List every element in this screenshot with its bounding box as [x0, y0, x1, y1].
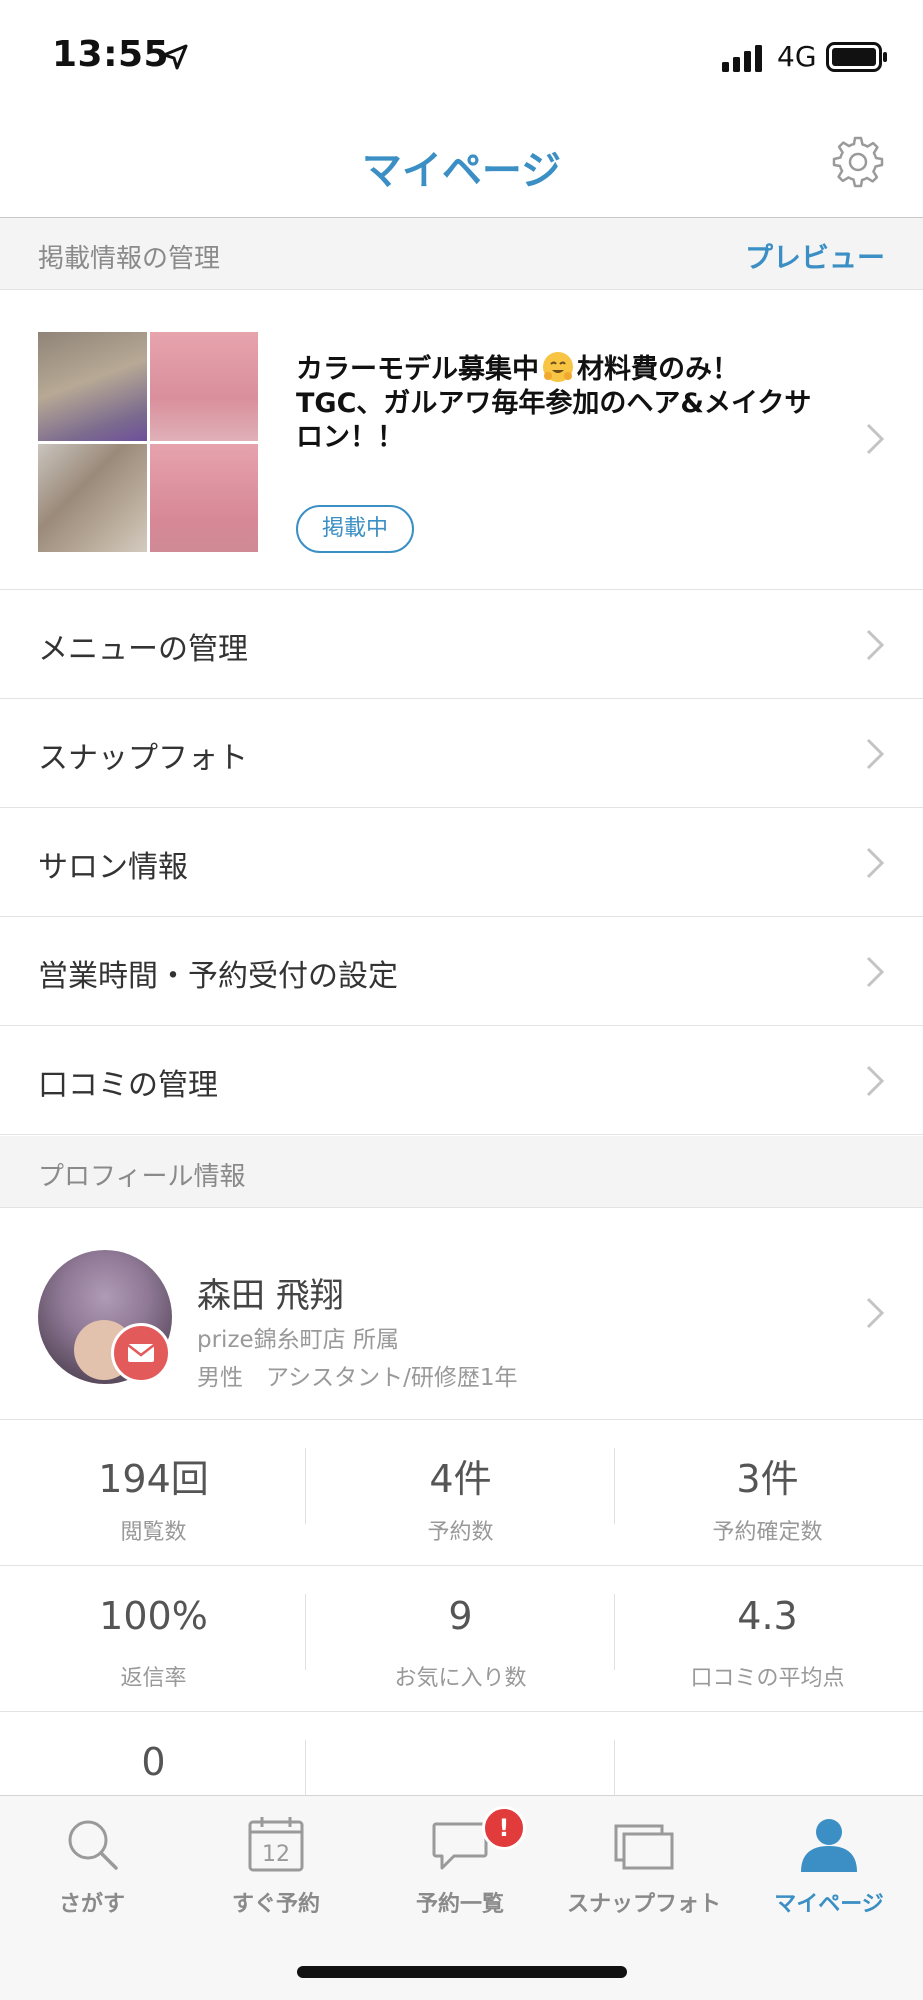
stat-review-average: 4.3 口コミの平均点 — [614, 1566, 921, 1712]
hugging-face-icon — [543, 352, 573, 382]
home-indicator[interactable] — [297, 1966, 627, 1978]
menu-item-label: サロン情報 — [38, 850, 188, 885]
location-arrow-icon — [162, 44, 188, 70]
stat-label: 予約数 — [427, 1520, 494, 1545]
profile-card[interactable]: 森田 飛翔 prize錦糸町店 所属 男性 アシスタント/研修歴1年 — [0, 1208, 923, 1420]
listing-status-badge: 掲載中 — [296, 505, 414, 553]
menu-item-label: スナップフォト — [38, 741, 248, 776]
stat-value: 4件 — [429, 1457, 492, 1501]
profile-meta: 男性 アシスタント/研修歴1年 — [197, 1365, 518, 1391]
thumbnail-photo — [149, 443, 258, 552]
listing-title: カラーモデル募集中 材料費のみ！ TGC、ガルアワ毎年参加のヘア&メイクサ ロン！… — [296, 350, 836, 455]
stat-label: 返信率 — [120, 1666, 187, 1691]
gear-icon[interactable] — [830, 134, 886, 190]
listing-section-title: 掲載情報の管理 — [38, 244, 221, 274]
stat-favorites: 9 お気に入り数 — [307, 1566, 614, 1712]
tab-my-page[interactable]: マイページ — [737, 1796, 921, 1936]
stat-label: お気に入り数 — [394, 1666, 527, 1691]
chevron-right-icon — [866, 738, 885, 770]
network-type: 4G — [777, 40, 817, 73]
chevron-right-icon — [866, 956, 885, 988]
notification-badge: ! — [482, 1806, 526, 1850]
stat-reply-rate: 100% 返信率 — [0, 1566, 307, 1712]
tab-snap-photo[interactable]: スナップフォト — [552, 1796, 736, 1936]
tab-label: マイページ — [774, 1892, 884, 1917]
stat-value: 194回 — [98, 1457, 209, 1501]
menu-item-salon-info[interactable]: サロン情報 — [0, 808, 923, 917]
menu-item-menu-management[interactable]: メニューの管理 — [0, 590, 923, 699]
nav-header: マイページ — [0, 110, 923, 218]
status-time: 13:55 — [52, 34, 170, 75]
thumbnail-photo — [38, 332, 147, 441]
listing-thumbnail — [38, 332, 258, 552]
stat-value: 4.3 — [737, 1594, 798, 1638]
tab-label: さがす — [58, 1892, 125, 1917]
profile-section-title: プロフィール情報 — [38, 1162, 246, 1192]
stat-value: 0 — [141, 1740, 166, 1784]
chevron-right-icon — [866, 423, 885, 455]
menu-item-label: 営業時間・予約受付の設定 — [38, 959, 398, 994]
stat-confirmed: 3件 予約確定数 — [614, 1420, 921, 1566]
profile-section-header: プロフィール情報 — [0, 1136, 923, 1208]
tab-label: すぐ予約 — [231, 1892, 320, 1917]
listing-section-header: 掲載情報の管理 プレビュー — [0, 218, 923, 290]
photos-icon — [614, 1824, 674, 1870]
stat-label: 予約確定数 — [712, 1520, 823, 1545]
menu-item-label: メニューの管理 — [38, 632, 248, 667]
menu-item-label: 口コミの管理 — [38, 1068, 218, 1103]
tab-quick-reserve[interactable]: 12 すぐ予約 — [184, 1796, 368, 1936]
listing-title-text: 材料費のみ！ — [577, 354, 739, 385]
chevron-right-icon — [866, 629, 885, 661]
chat-bubble-icon — [432, 1822, 488, 1870]
preview-button[interactable]: プレビュー — [745, 236, 885, 276]
menu-item-business-hours[interactable]: 営業時間・予約受付の設定 — [0, 917, 923, 1026]
chevron-right-icon — [866, 1297, 885, 1329]
listing-title-line2: TGC、ガルアワ毎年参加のヘア&メイクサ — [296, 388, 812, 419]
listing-title-text: カラーモデル募集中 — [296, 354, 539, 385]
signal-icon — [722, 45, 762, 72]
thumbnail-photo — [149, 332, 258, 441]
divider — [305, 1594, 306, 1670]
thumbnail-photo — [38, 443, 147, 552]
tab-reservation-list[interactable]: ! 予約一覧 — [368, 1796, 552, 1936]
stat-value: 3件 — [736, 1457, 799, 1501]
stat-label: 閲覧数 — [120, 1520, 187, 1545]
mail-icon — [127, 1344, 155, 1362]
stats-row: 194回 閲覧数 4件 予約数 3件 予約確定数 — [0, 1420, 923, 1566]
stat-reservations: 4件 予約数 — [307, 1420, 614, 1566]
calendar-day: 12 — [262, 1842, 290, 1867]
mail-badge[interactable] — [111, 1323, 171, 1383]
search-icon — [68, 1820, 118, 1870]
stat-label: 口コミの平均点 — [690, 1666, 845, 1691]
chevron-right-icon — [866, 1065, 885, 1097]
menu-item-reviews[interactable]: 口コミの管理 — [0, 1026, 923, 1135]
chevron-right-icon — [866, 847, 885, 879]
listing-title-line3: ロン！！ — [296, 422, 404, 453]
stats-row: 100% 返信率 9 お気に入り数 4.3 口コミの平均点 — [0, 1566, 923, 1712]
battery-icon — [826, 42, 887, 72]
page-title: マイページ — [361, 148, 562, 194]
menu-item-snap-photo[interactable]: スナップフォト — [0, 699, 923, 808]
person-icon — [801, 1819, 857, 1872]
listing-title-line1: カラーモデル募集中 材料費のみ！ — [296, 350, 836, 387]
profile-salon: prize錦糸町店 所属 — [197, 1327, 399, 1353]
profile-name: 森田 飛翔 — [197, 1276, 344, 1316]
tab-label: スナップフォト — [566, 1892, 721, 1917]
divider — [305, 1448, 306, 1524]
tab-label: 予約一覧 — [415, 1892, 504, 1917]
status-bar: 13:55 4G — [0, 0, 923, 110]
stat-value: 100% — [99, 1594, 208, 1638]
stat-views: 194回 閲覧数 — [0, 1420, 307, 1566]
stat-value: 9 — [448, 1594, 473, 1638]
tab-search[interactable]: さがす — [0, 1796, 184, 1936]
